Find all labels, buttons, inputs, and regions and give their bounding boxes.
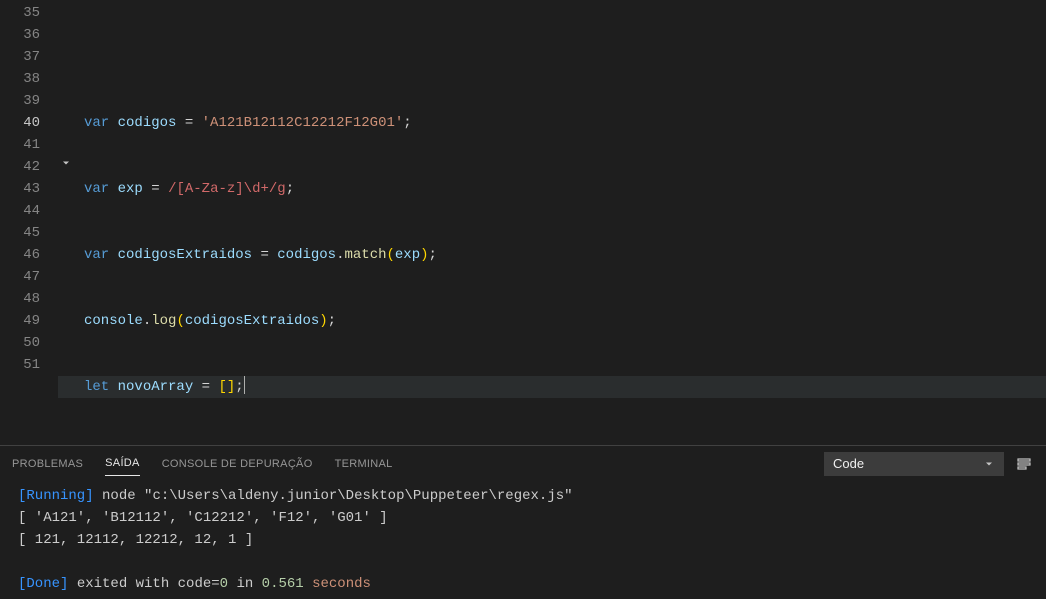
line-number: 35: [0, 2, 40, 24]
bottom-panel: PROBLEMAS SAÍDA CONSOLE DE DEPURAÇÃO TER…: [0, 445, 1046, 599]
output-line: [ 121, 12112, 12212, 12, 1 ]: [18, 532, 253, 548]
line-number: 38: [0, 68, 40, 90]
line-number: 39: [0, 90, 40, 112]
code-line: [58, 442, 1046, 445]
line-number: 46: [0, 244, 40, 266]
line-number: 47: [0, 266, 40, 288]
line-number: 48: [0, 288, 40, 310]
code-content[interactable]: var codigos = 'A121B12112C12212F12G01'; …: [58, 0, 1046, 445]
line-number: 51: [0, 354, 40, 376]
line-number-gutter: 35 36 37 38 39 40 41 42 43 44 45 46 47 4…: [0, 0, 58, 445]
fold-chevron-icon[interactable]: [60, 157, 72, 169]
output-content[interactable]: [Running] node "c:\Users\aldeny.junior\D…: [0, 481, 1046, 599]
code-line: let novoArray = [];: [58, 376, 1046, 398]
code-editor[interactable]: 35 36 37 38 39 40 41 42 43 44 45 46 47 4…: [0, 0, 1046, 445]
panel-tab-bar: PROBLEMAS SAÍDA CONSOLE DE DEPURAÇÃO TER…: [0, 446, 1046, 481]
code-line: var codigosExtraidos = codigos.match(exp…: [58, 244, 1046, 266]
tab-debug-console[interactable]: CONSOLE DE DEPURAÇÃO: [162, 452, 313, 476]
chevron-down-icon: [983, 458, 995, 470]
line-number: 40: [0, 112, 40, 134]
line-number: 43: [0, 178, 40, 200]
output-line: [ 'A121', 'B12112', 'C12212', 'F12', 'G0…: [18, 510, 388, 526]
line-number: 36: [0, 24, 40, 46]
code-line: [58, 46, 1046, 68]
line-number: 41: [0, 134, 40, 156]
tab-terminal[interactable]: TERMINAL: [335, 452, 393, 476]
clear-output-icon[interactable]: [1014, 454, 1034, 474]
code-line: var exp = /[A-Za-z]\d+/g;: [58, 178, 1046, 200]
line-number: 37: [0, 46, 40, 68]
text-cursor: [244, 376, 245, 394]
code-line: var codigos = 'A121B12112C12212F12G01';: [58, 112, 1046, 134]
tab-output[interactable]: SAÍDA: [105, 451, 140, 476]
line-number: 49: [0, 310, 40, 332]
line-number: 50: [0, 332, 40, 354]
output-channel-select[interactable]: Code: [824, 452, 1004, 476]
line-number: 42: [0, 156, 40, 178]
output-running-label: [Running]: [18, 488, 94, 504]
output-channel-label: Code: [833, 456, 864, 471]
line-number: 45: [0, 222, 40, 244]
tab-problems[interactable]: PROBLEMAS: [12, 452, 83, 476]
code-line: console.log(codigosExtraidos);: [58, 310, 1046, 332]
line-number: 44: [0, 200, 40, 222]
output-done-label: [Done]: [18, 576, 68, 592]
